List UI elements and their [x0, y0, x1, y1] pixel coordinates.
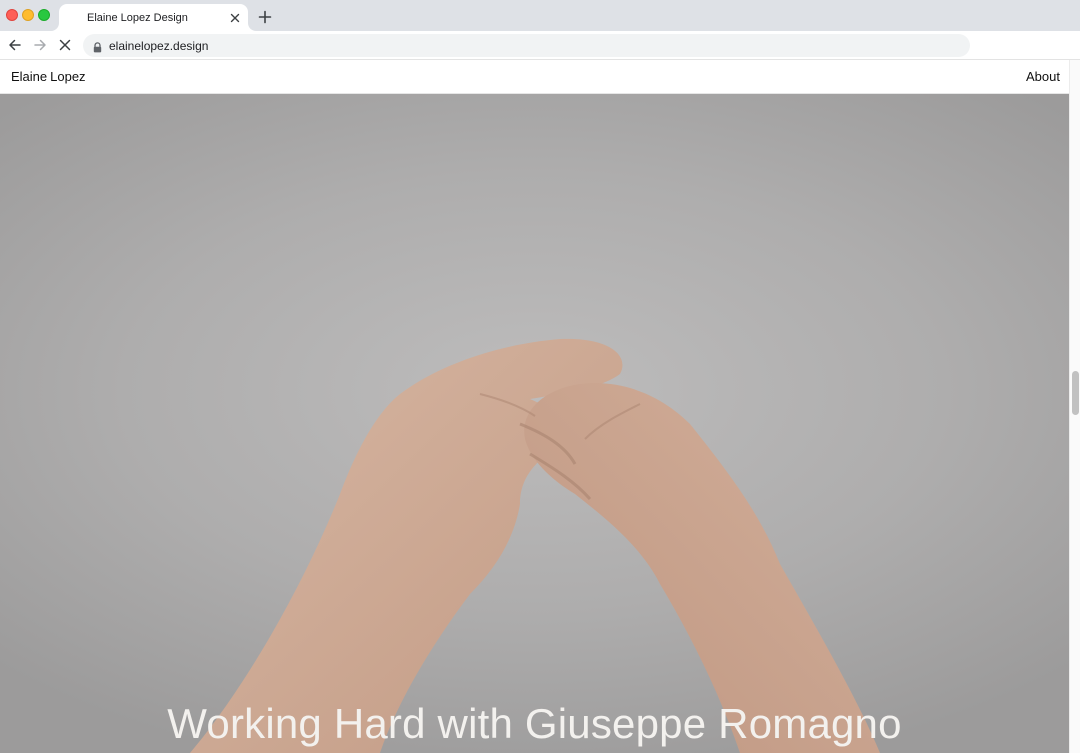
window-close-button[interactable] — [6, 9, 18, 21]
site-name-last: Lopez — [50, 69, 86, 84]
plus-icon[interactable] — [258, 10, 272, 24]
url-text: elainelopez.design — [109, 39, 209, 53]
hero-title: Working Hard with Giuseppe Romagno — [167, 700, 902, 747]
scrollbar[interactable] — [1069, 60, 1080, 753]
site-logo-link[interactable]: Elaine Lopez — [11, 69, 86, 84]
window-zoom-button[interactable] — [38, 9, 50, 21]
site-header: Elaine Lopez About — [0, 60, 1069, 94]
stop-loading-icon[interactable] — [58, 38, 72, 52]
window-minimize-button[interactable] — [22, 9, 34, 21]
hands-image — [190, 338, 880, 753]
scrollbar-thumb[interactable] — [1072, 371, 1079, 415]
arrow-right-icon[interactable] — [33, 38, 47, 52]
hero-video[interactable]: Working Hard with Giuseppe Romagno — [0, 94, 1069, 753]
lock-icon[interactable] — [93, 40, 102, 53]
browser-tab[interactable]: Elaine Lopez Design — [59, 4, 248, 31]
tab-title: Elaine Lopez Design — [87, 12, 188, 24]
page-viewport: Elaine Lopez About Working Hard with Giu… — [0, 60, 1080, 753]
browser-tab-bar: Elaine Lopez Design — [0, 0, 1080, 31]
close-icon[interactable] — [229, 11, 241, 23]
address-bar[interactable]: elainelopez.design — [83, 34, 970, 57]
arrow-left-icon[interactable] — [8, 38, 22, 52]
nav-about-link[interactable]: About — [1026, 69, 1060, 84]
browser-toolbar: elainelopez.design — [0, 31, 1080, 60]
site-name-first: Elaine — [11, 69, 48, 84]
